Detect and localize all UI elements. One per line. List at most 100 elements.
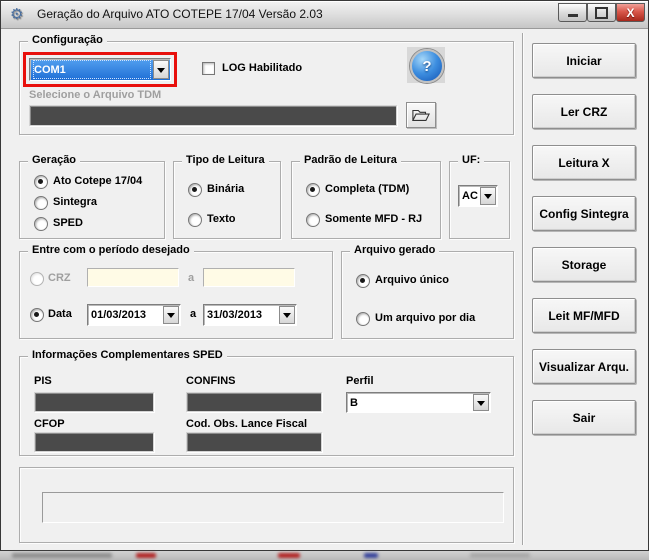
ler-crz-button[interactable]: Ler CRZ [532,94,636,129]
confins-label: CONFINS [186,375,236,387]
leitura-x-button[interactable]: Leitura X [532,145,636,180]
padrao-leitura-legend: Padrão de Leitura [300,154,401,166]
radio-ato-cotepe-label: Ato Cotepe 17/04 [53,175,142,187]
geracao-legend: Geração [28,154,80,166]
radio-binaria-label: Binária [207,183,244,195]
date-from-value: 01/03/2013 [91,305,162,325]
title-bar[interactable]: ⚙ Geração do Arquivo ATO COTEPE 17/04 Ve… [1,1,648,29]
com-port-select[interactable]: COM1 [29,58,171,81]
uf-select[interactable]: AC [458,185,498,207]
cfop-field [34,432,154,452]
uf-group: UF: AC [449,161,510,239]
crz-a-label: a [188,272,194,284]
radio-arquivo-por-dia-label: Um arquivo por dia [375,312,475,324]
cod-obs-field [186,432,322,452]
date-from-select[interactable]: 01/03/2013 [87,304,181,326]
storage-button[interactable]: Storage [532,247,636,282]
geracao-group: Geração Ato Cotepe 17/04 Sintegra SPED [19,161,165,239]
app-window: ⚙ Geração do Arquivo ATO COTEPE 17/04 Ve… [0,0,649,551]
radio-sped[interactable] [34,217,48,231]
chevron-down-icon [477,401,485,410]
crz-from-field[interactable] [87,268,179,287]
taskbar-smudge [470,553,530,558]
arquivo-gerado-legend: Arquivo gerado [350,244,439,256]
periodo-legend: Entre com o período desejado [28,244,194,256]
radio-arquivo-unico-label: Arquivo único [375,274,449,286]
help-button[interactable]: ? [410,49,444,83]
sped-legend: Informações Complementares SPED [28,349,227,361]
radio-arquivo-unico[interactable] [356,274,370,288]
perfil-value: B [350,393,472,412]
radio-ato-cotepe[interactable] [34,175,48,189]
open-folder-icon [412,108,430,122]
perfil-dropdown-button[interactable] [473,394,489,411]
maximize-icon [595,7,608,19]
cod-obs-label: Cod. Obs. Lance Fiscal [186,418,307,430]
maximize-button[interactable] [587,3,616,22]
iniciar-button[interactable]: Iniciar [532,43,636,78]
radio-texto[interactable] [188,213,202,227]
screen: ⚙ Geração do Arquivo ATO COTEPE 17/04 Ve… [0,0,649,560]
com-port-dropdown-button[interactable] [153,60,169,79]
close-button[interactable]: X [616,3,645,22]
uf-dropdown-button[interactable] [480,187,496,205]
config-sintegra-button[interactable]: Config Sintegra [532,196,636,231]
radio-data[interactable] [30,308,44,322]
chevron-down-icon [484,194,492,203]
gear-icon: ⚙ [10,5,23,23]
minimize-button[interactable] [558,3,587,22]
chevron-down-icon [283,313,291,322]
cfop-label: CFOP [34,418,65,430]
log-checkbox-label: LOG Habilitado [222,62,302,74]
radio-sped-label: SPED [53,217,83,229]
panel-divider [522,33,524,545]
periodo-group: Entre com o período desejado CRZ a Data … [19,251,333,339]
perfil-label: Perfil [346,375,374,387]
date-to-select[interactable]: 31/03/2013 [203,304,297,326]
log-checkbox[interactable] [202,62,215,75]
radio-completa-tdm-label: Completa (TDM) [325,183,409,195]
radio-somente-mfd-label: Somente MFD - RJ [325,213,422,225]
configuracao-legend: Configuração [28,34,107,46]
radio-binaria[interactable] [188,183,202,197]
date-to-value: 31/03/2013 [207,305,278,325]
tdm-file-label: Selecione o Arquivo TDM [29,89,161,101]
com-port-value: COM1 [32,59,152,80]
uf-legend: UF: [458,154,484,166]
radio-crz[interactable] [30,272,44,286]
leit-mf-mfd-button[interactable]: Leit MF/MFD [532,298,636,333]
perfil-select[interactable]: B [346,392,491,413]
taskbar-smudge-red [136,553,156,558]
sair-button[interactable]: Sair [532,400,636,435]
taskbar-smudge-blue [364,553,378,558]
confins-field [186,392,322,412]
crz-to-field[interactable] [203,268,295,287]
radio-somente-mfd[interactable] [306,213,320,227]
radio-texto-label: Texto [207,213,236,225]
close-icon: X [626,6,634,20]
pis-field [34,392,154,412]
tipo-leitura-group: Tipo de Leitura Binária Texto [173,161,281,239]
configuracao-group: Configuração COM1 LOG Habilitado ? Selec… [19,41,514,135]
sped-group: Informações Complementares SPED PIS CONF… [19,356,514,456]
browse-file-button[interactable] [406,102,436,128]
radio-sintegra-label: Sintegra [53,196,97,208]
date-from-dropdown-button[interactable] [163,306,179,324]
tipo-leitura-legend: Tipo de Leitura [182,154,269,166]
visualizar-arqu-button[interactable]: Visualizar Arqu. [532,349,636,384]
radio-completa-tdm[interactable] [306,183,320,197]
date-to-dropdown-button[interactable] [279,306,295,324]
status-group [19,467,514,543]
question-mark-icon: ? [422,58,431,75]
radio-arquivo-por-dia[interactable] [356,312,370,326]
taskbar-smudge-red [278,553,300,558]
window-title: Geração do Arquivo ATO COTEPE 17/04 Vers… [37,7,323,21]
taskbar-sliver [0,551,649,560]
status-output-field [42,492,504,523]
pis-label: PIS [34,375,52,387]
taskbar-smudge [12,553,112,558]
padrao-leitura-group: Padrão de Leitura Completa (TDM) Somente… [291,161,441,239]
radio-sintegra[interactable] [34,196,48,210]
uf-value: AC [462,186,479,206]
data-a-label: a [190,308,196,320]
